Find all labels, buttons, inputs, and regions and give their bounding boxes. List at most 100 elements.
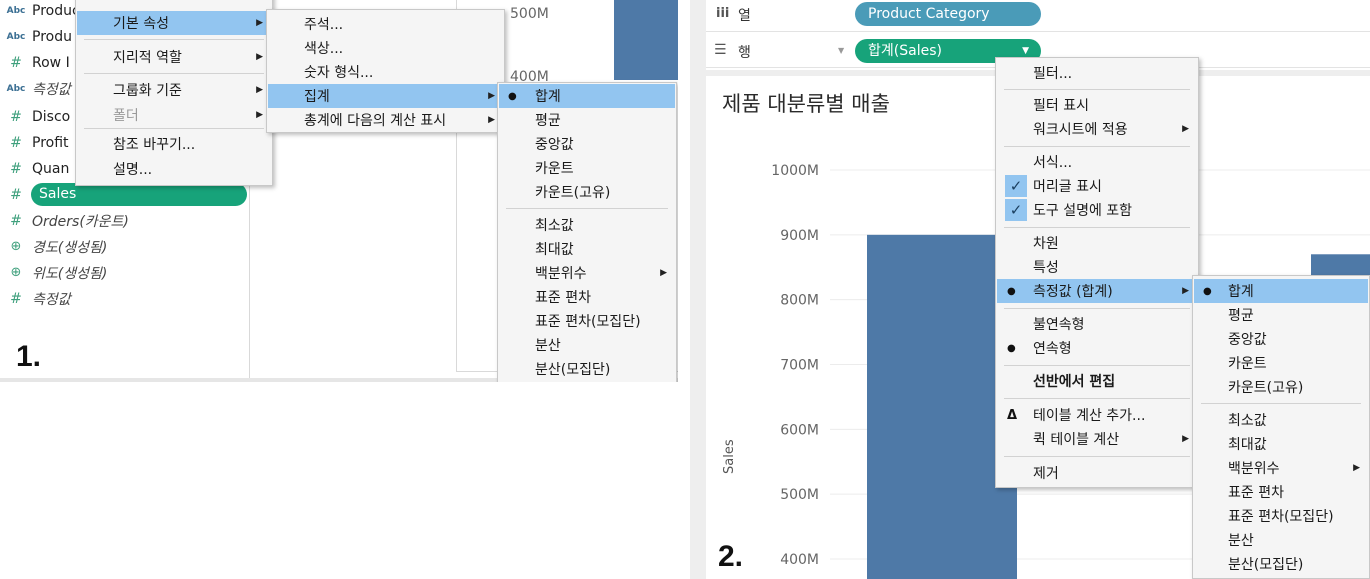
string-type-icon: Abc bbox=[6, 83, 26, 94]
menu-item[interactable]: 분산 bbox=[1194, 528, 1368, 552]
number-type-icon: # bbox=[10, 134, 22, 151]
menu-item[interactable]: 기본 속성 ▶ bbox=[77, 11, 271, 35]
menu-item[interactable]: 퀵 테이블 계산 ▶ bbox=[997, 427, 1197, 451]
sales-field-selected[interactable]: Sales bbox=[31, 183, 247, 206]
menu-item-label: 총계에 다음의 계산 표시 bbox=[304, 113, 447, 129]
menu-item-label: 카운트 bbox=[535, 161, 574, 177]
menu-item-label: 백분위수 bbox=[535, 266, 587, 282]
field-context-menu: 데이터 유형 변경▶ 기본 속성 ▶ 지리적 역할 ▶ 그룹화 기준 ▶ 폴더 ▶ 참조 바꾸기.… bbox=[75, 0, 273, 186]
menu-item[interactable]: 중앙값 bbox=[1194, 327, 1368, 351]
menu-separator bbox=[1004, 398, 1190, 399]
field-row[interactable]: # 측정값 bbox=[0, 286, 250, 311]
menu-item-label: 분산(모집단) bbox=[1228, 557, 1304, 573]
menu-item[interactable]: 분산 bbox=[499, 333, 675, 357]
menu-item[interactable]: ✓ 도구 설명에 포함 bbox=[997, 198, 1197, 222]
menu-item[interactable]: 최대값 bbox=[499, 237, 675, 261]
menu-item[interactable]: 주석... bbox=[268, 12, 503, 36]
menu-item-label: 합계 bbox=[535, 89, 561, 105]
panel-1: Abc Produc Abc Produ # Row I Abc 측정값 # Disco # Prof… bbox=[0, 0, 678, 382]
menu-item[interactable]: 숫자 형식... bbox=[268, 60, 503, 84]
menu-item[interactable]: 표준 편차(모집단) bbox=[499, 309, 675, 333]
menu-item[interactable]: 색상... bbox=[268, 36, 503, 60]
menu-item[interactable]: 백분위수 ▶ bbox=[499, 261, 675, 285]
y-tick-label: 500M bbox=[780, 487, 819, 503]
menu-item[interactable]: 중앙값 bbox=[499, 132, 675, 156]
menu-separator bbox=[1004, 308, 1190, 309]
field-row[interactable]: ⊕ 경도(생성됨) bbox=[0, 234, 250, 259]
menu-separator bbox=[84, 73, 264, 74]
menu-separator bbox=[84, 39, 264, 40]
menu-item[interactable]: 표준 편차(모집단) bbox=[1194, 504, 1368, 528]
menu-item[interactable]: ● 측정값 (합계) ▶ bbox=[997, 279, 1197, 303]
menu-item[interactable]: 카운트(고유) bbox=[1194, 375, 1368, 399]
chevron-right-icon: ▶ bbox=[488, 91, 495, 101]
field-label: 위도(생성됨) bbox=[32, 265, 108, 282]
bullet-icon: ● bbox=[1203, 285, 1212, 297]
menu-item[interactable]: ● 합계 bbox=[1194, 279, 1368, 303]
menu-item[interactable]: 최소값 bbox=[499, 213, 675, 237]
menu-item-label: 차원 bbox=[1033, 236, 1059, 252]
menu-item[interactable]: 그룹화 기준 ▶ bbox=[77, 78, 271, 102]
product-category-pill[interactable]: Product Category bbox=[855, 2, 1041, 26]
menu-item[interactable]: 특성 bbox=[997, 255, 1197, 279]
menu-item[interactable]: ● 연속형 bbox=[997, 336, 1197, 360]
menu-item[interactable]: 평균 bbox=[1194, 303, 1368, 327]
menu-item[interactable]: 지리적 역할 ▶ bbox=[77, 45, 271, 69]
menu-item[interactable]: 분산(모집단) bbox=[1194, 552, 1368, 576]
menu-item[interactable]: 참조 바꾸기... bbox=[77, 132, 271, 156]
menu-item-label: 평균 bbox=[535, 113, 561, 129]
menu-item[interactable]: 필터... bbox=[997, 61, 1197, 85]
menu-item-label: 표준 편차(모집단) bbox=[535, 314, 641, 330]
menu-item[interactable]: 표준 편차 bbox=[1194, 480, 1368, 504]
menu-item[interactable]: 불연속형 bbox=[997, 312, 1197, 336]
menu-item[interactable]: 집계 ▶ bbox=[268, 84, 503, 108]
menu-item-label: 집계 bbox=[304, 89, 330, 105]
globe-icon: ⊕ bbox=[10, 265, 22, 280]
number-type-icon: # bbox=[10, 54, 22, 71]
field-label: Orders(카운트) bbox=[32, 213, 129, 230]
menu-item[interactable]: Δ 테이블 계산 추가... bbox=[997, 403, 1197, 427]
menu-item-label: 데이터 유형 변경 bbox=[113, 0, 212, 3]
menu-item[interactable]: 백분위수 ▶ bbox=[1194, 456, 1368, 480]
field-row[interactable]: # Orders(카운트) bbox=[0, 208, 250, 233]
number-type-icon: # bbox=[10, 290, 22, 307]
menu-item[interactable]: 데이터 유형 변경▶ bbox=[77, 0, 271, 5]
menu-item-label: 필터 표시 bbox=[1033, 98, 1089, 114]
menu-item[interactable]: 분산(모집단) bbox=[499, 357, 675, 381]
menu-separator bbox=[1004, 89, 1190, 90]
menu-separator bbox=[1004, 227, 1190, 228]
menu-item-label: 카운트(고유) bbox=[535, 185, 611, 201]
checkmark-icon: ✓ bbox=[1005, 199, 1027, 221]
menu-item[interactable]: 표준 편차 bbox=[499, 285, 675, 309]
menu-item-label: 그룹화 기준 bbox=[113, 83, 182, 99]
menu-item[interactable]: 선반에서 편집 bbox=[997, 369, 1197, 393]
menu-item[interactable]: ✓ 머리글 표시 bbox=[997, 174, 1197, 198]
menu-item[interactable]: 최대값 bbox=[1194, 432, 1368, 456]
menu-item[interactable]: 필터 표시 bbox=[997, 93, 1197, 117]
menu-item[interactable]: 제거 bbox=[997, 461, 1197, 485]
menu-item-label: 특성 bbox=[1033, 260, 1059, 276]
sum-sales-pill-label: 합계(Sales) bbox=[868, 43, 942, 59]
menu-item[interactable]: 서식... bbox=[997, 150, 1197, 174]
field-label: Profit bbox=[32, 134, 69, 151]
menu-item[interactable]: ● 합계 bbox=[499, 84, 675, 108]
menu-item-label: 참조 바꾸기... bbox=[113, 137, 196, 153]
menu-item-label: 주석... bbox=[304, 17, 344, 33]
checkmark-icon: ✓ bbox=[1005, 175, 1027, 197]
panel-2: iii 열 Product Category ☰ 행 ▼ 합계(Sales) ▼… bbox=[690, 0, 1370, 579]
menu-item[interactable]: 설명... bbox=[77, 157, 271, 181]
field-row[interactable]: ⊕ 위도(생성됨) bbox=[0, 260, 250, 285]
menu-item[interactable]: 워크시트에 적용 ▶ bbox=[997, 117, 1197, 141]
menu-item-label: 분산 bbox=[1228, 533, 1254, 549]
chevron-right-icon: ▶ bbox=[1182, 434, 1189, 444]
menu-item[interactable]: 차원 bbox=[997, 231, 1197, 255]
delta-icon: Δ bbox=[1007, 407, 1018, 423]
menu-item[interactable]: 평균 bbox=[499, 108, 675, 132]
menu-item[interactable]: 총계에 다음의 계산 표시 ▶ bbox=[268, 108, 503, 132]
menu-item[interactable]: 카운트 bbox=[1194, 351, 1368, 375]
rows-dropdown-icon[interactable]: ▼ bbox=[838, 46, 844, 55]
menu-separator bbox=[506, 208, 668, 209]
menu-item[interactable]: 카운트(고유) bbox=[499, 180, 675, 204]
menu-item[interactable]: 카운트 bbox=[499, 156, 675, 180]
menu-item[interactable]: 최소값 bbox=[1194, 408, 1368, 432]
